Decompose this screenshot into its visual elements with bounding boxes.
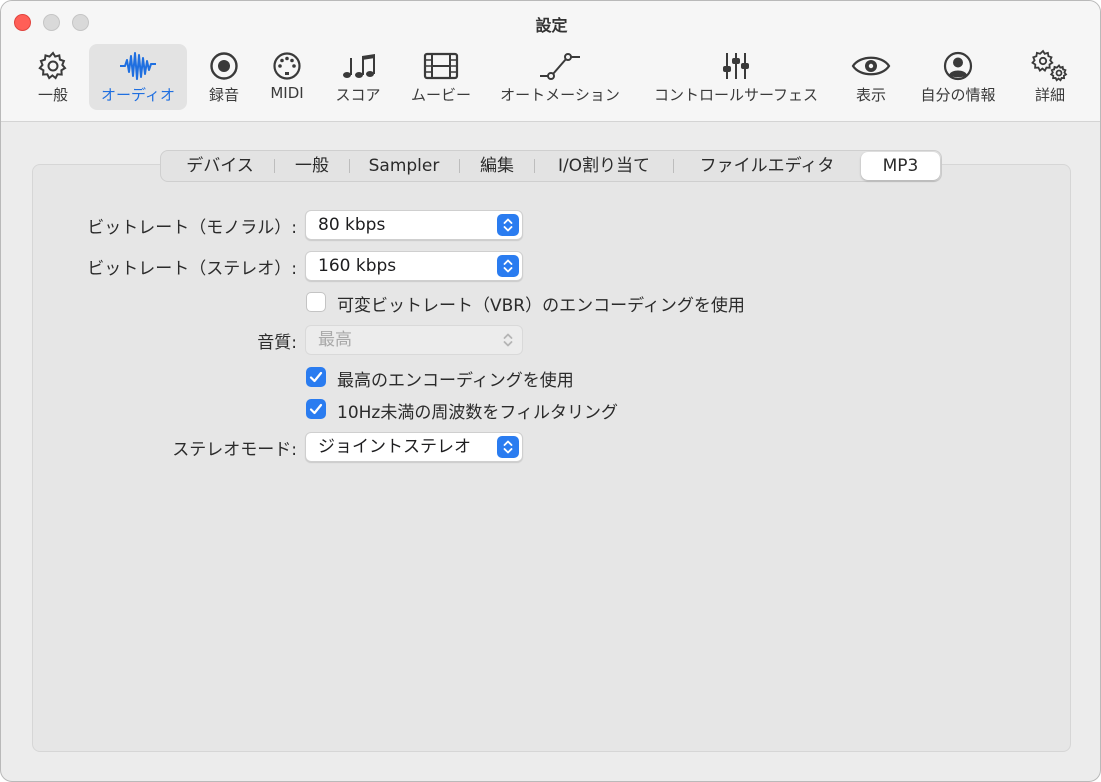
- eye-icon: [840, 49, 902, 83]
- midi-port-icon: [257, 49, 317, 83]
- settings-window: 設定 一般 オーディオ 録音 MIDI スコア ムービー オートメーション コン…: [0, 0, 1101, 782]
- gears-icon: [1019, 49, 1081, 83]
- tab-divider: [459, 159, 460, 173]
- toolbar-item-audio[interactable]: オーディオ: [89, 44, 187, 110]
- best-encoding-label: 最高のエンコーディングを使用: [337, 371, 574, 391]
- chevron-up-down-icon: [497, 255, 519, 277]
- toolbar-item-control-surfaces[interactable]: コントロールサーフェス: [644, 44, 828, 110]
- tab-devices[interactable]: デバイス: [167, 152, 273, 180]
- gear-icon: [23, 49, 83, 83]
- stereo-mode-popup[interactable]: ジョイントステレオ: [305, 432, 523, 462]
- bitrate-mono-popup[interactable]: 80 kbps: [305, 210, 523, 240]
- toolbar-item-my-info[interactable]: 自分の情報: [913, 44, 1003, 110]
- bitrate-mono-value: 80 kbps: [318, 215, 386, 235]
- tab-sampler[interactable]: Sampler: [351, 152, 457, 180]
- bitrate-stereo-label: ビットレート（ステレオ）:: [87, 259, 297, 279]
- quality-label: 音質:: [257, 333, 297, 353]
- sliders-icon: [644, 49, 828, 83]
- best-encoding-checkbox[interactable]: [306, 367, 326, 387]
- film-icon: [402, 49, 480, 83]
- checkmark-icon: [309, 371, 323, 383]
- stereo-mode-label: ステレオモード:: [172, 440, 297, 460]
- tab-file-editor[interactable]: ファイルエディタ: [675, 152, 859, 180]
- filter-10hz-checkbox[interactable]: [306, 399, 326, 419]
- toolbar-item-advanced[interactable]: 詳細: [1019, 44, 1081, 110]
- tab-divider: [349, 159, 350, 173]
- window-title: 設定: [535, 16, 568, 35]
- toolbar-item-general[interactable]: 一般: [23, 44, 83, 110]
- person-icon: [913, 49, 1003, 83]
- waveform-icon: [89, 49, 187, 83]
- vbr-label: 可変ビットレート（VBR）のエンコーディングを使用: [337, 296, 745, 316]
- toolbar-item-automation[interactable]: オートメーション: [493, 44, 627, 110]
- chevron-up-down-icon: [497, 436, 519, 458]
- automation-icon: [493, 49, 627, 83]
- checkmark-icon: [309, 403, 323, 415]
- bitrate-stereo-value: 160 kbps: [318, 256, 397, 276]
- tab-divider: [673, 159, 674, 173]
- record-icon: [194, 49, 254, 83]
- toolbar: 設定 一般 オーディオ 録音 MIDI スコア ムービー オートメーション コン…: [1, 1, 1100, 122]
- toolbar-item-record[interactable]: 録音: [194, 44, 254, 110]
- tab-editing[interactable]: 編集: [461, 152, 533, 180]
- tab-mp3[interactable]: MP3: [861, 152, 940, 180]
- toolbar-item-display[interactable]: 表示: [840, 44, 902, 110]
- notes-icon: [327, 49, 389, 83]
- toolbar-item-movie[interactable]: ムービー: [402, 44, 480, 110]
- tab-divider: [534, 159, 535, 173]
- tab-divider: [274, 159, 275, 173]
- quality-popup[interactable]: 最高: [305, 325, 523, 355]
- toolbar-item-midi[interactable]: MIDI: [257, 44, 317, 110]
- tab-io-assignments[interactable]: I/O割り当て: [536, 152, 672, 180]
- chevron-up-down-icon: [497, 214, 519, 236]
- quality-value: 最高: [318, 330, 352, 350]
- tab-general[interactable]: 一般: [276, 152, 348, 180]
- bitrate-mono-label: ビットレート（モノラル）:: [87, 218, 297, 238]
- toolbar-item-score[interactable]: スコア: [327, 44, 389, 110]
- tab-bar: デバイス 一般 Sampler 編集 I/O割り当て ファイルエディタ MP3: [160, 150, 942, 182]
- bitrate-stereo-popup[interactable]: 160 kbps: [305, 251, 523, 281]
- vbr-checkbox[interactable]: [306, 292, 326, 312]
- filter-10hz-label: 10Hz未満の周波数をフィルタリング: [337, 403, 618, 423]
- chevron-up-down-icon: [497, 329, 519, 351]
- stereo-mode-value: ジョイントステレオ: [318, 437, 471, 457]
